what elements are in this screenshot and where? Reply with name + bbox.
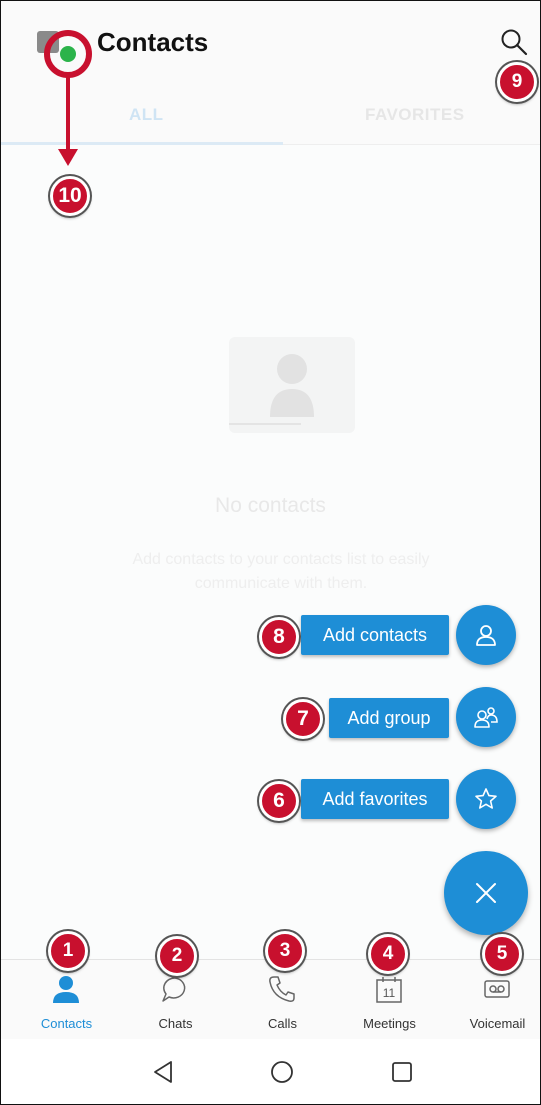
add-group-button[interactable]	[456, 687, 516, 747]
person-icon	[476, 625, 496, 646]
bottom-navigation: Contacts Chats Calls 11 Meetings Voicema…	[1, 959, 540, 1040]
star-icon	[475, 788, 497, 809]
back-icon[interactable]	[149, 1057, 179, 1087]
callout-badge-4: 4	[368, 934, 408, 974]
chat-icon	[162, 977, 186, 1002]
nav-item-calls[interactable]: Calls	[229, 960, 336, 1040]
add-contacts-button[interactable]	[456, 605, 516, 665]
nav-label-contacts: Contacts	[40, 1016, 93, 1031]
home-icon[interactable]	[267, 1057, 297, 1087]
callout-badge-6: 6	[259, 781, 299, 821]
callout-badge-7: 7	[283, 699, 323, 739]
nav-label-voicemail: Voicemail	[469, 1016, 526, 1031]
add-contacts-label[interactable]: Add contacts	[301, 615, 449, 655]
callout-badge-10: 10	[50, 176, 90, 216]
nav-label-meetings: Meetings	[363, 1016, 416, 1031]
close-icon	[476, 883, 496, 903]
empty-state-title: No contacts	[215, 494, 326, 517]
person-placeholder-icon	[270, 354, 314, 417]
status-online-indicator	[60, 46, 76, 62]
nav-item-contacts[interactable]: Contacts	[13, 960, 120, 1040]
app-screen: Contacts ALL FAVORITES No contacts Add c…	[0, 0, 541, 1105]
system-navigation-bar	[1, 1039, 540, 1104]
callout-badge-3: 3	[265, 931, 305, 971]
add-favorites-button[interactable]	[456, 769, 516, 829]
add-favorites-label[interactable]: Add favorites	[301, 779, 449, 819]
person-icon	[53, 976, 79, 1003]
phone-icon	[269, 976, 295, 1002]
callout-badge-5: 5	[482, 934, 522, 974]
group-icon	[474, 707, 498, 728]
voicemail-icon	[484, 980, 510, 998]
add-group-label[interactable]: Add group	[329, 698, 449, 738]
nav-label-chats: Chats	[158, 1016, 193, 1031]
calendar-date: 11	[383, 986, 396, 1000]
callout-badge-1: 1	[48, 931, 88, 971]
empty-state-description: Add contacts to your contacts list to ea…	[132, 551, 430, 592]
empty-divider	[229, 423, 301, 425]
calendar-icon: 11	[376, 977, 402, 1003]
empty-state-illustration	[229, 337, 355, 433]
callout-badge-2: 2	[157, 936, 197, 976]
nav-label-calls: Calls	[268, 1016, 297, 1031]
recents-icon[interactable]	[387, 1057, 417, 1087]
close-fab-button[interactable]	[444, 851, 528, 935]
callout-badge-8: 8	[259, 617, 299, 657]
